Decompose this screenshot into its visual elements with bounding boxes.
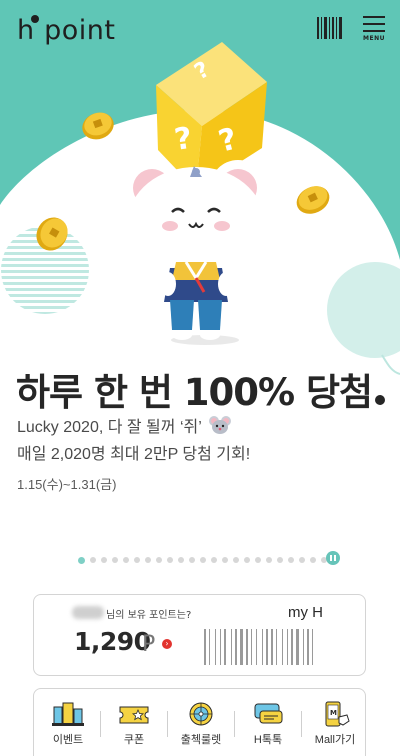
- quick-menu-coupon[interactable]: 쿠폰: [104, 701, 164, 751]
- banner-headline-text: 하루 한 번 100% 당첨: [16, 371, 373, 414]
- separator: [234, 711, 235, 737]
- coin-icon: [36, 217, 68, 251]
- barcode-bar: [256, 629, 257, 665]
- pagination-dot[interactable]: [178, 557, 184, 563]
- pagination-dot[interactable]: [189, 557, 195, 563]
- headline-dot: [375, 395, 386, 405]
- coin-icon: [296, 186, 330, 214]
- pagination-dot[interactable]: [134, 557, 140, 563]
- barcode-bar: [251, 629, 252, 665]
- svg-text:M: M: [330, 709, 337, 717]
- pagination-dot[interactable]: [244, 557, 250, 563]
- barcode-bar: [291, 629, 293, 665]
- pagination-dot[interactable]: [156, 557, 162, 563]
- logo-text: point: [44, 15, 116, 46]
- pause-icon[interactable]: [326, 551, 340, 565]
- barcode-bar: [287, 629, 288, 665]
- quick-menu: 이벤트 쿠폰 출첵룰렛 H톡톡 M Mall가기: [33, 688, 366, 756]
- menu-label: MENU: [363, 35, 385, 42]
- chat-bubbles-icon: [254, 703, 283, 724]
- lucky-mouse-illustration[interactable]: ? ? ?: [0, 40, 400, 360]
- pagination-dot[interactable]: [145, 557, 151, 563]
- quick-menu-label: 이벤트: [52, 734, 84, 746]
- points-label: 님의 보유 포인트는?: [106, 610, 192, 621]
- event-building-icon: [52, 702, 84, 726]
- pagination-dot[interactable]: [277, 557, 283, 563]
- points-value: 1,290: [74, 627, 151, 656]
- hamburger-menu-icon[interactable]: MENU: [360, 14, 388, 42]
- pagination-dot[interactable]: [211, 557, 217, 563]
- menu-bar: [363, 23, 385, 25]
- pagination-dot[interactable]: [112, 557, 118, 563]
- points-card[interactable]: 님의 보유 포인트는? 1,290 P › my H: [33, 594, 366, 676]
- barcode-bar: [246, 629, 248, 665]
- quick-menu-label: 출첵룰렛: [180, 734, 222, 746]
- points-unit: P: [142, 632, 156, 657]
- my-h-label: my H: [288, 604, 323, 621]
- pagination-dot[interactable]: [101, 557, 107, 563]
- separator: [100, 711, 101, 737]
- quick-menu-label: 쿠폰: [123, 734, 145, 746]
- barcode-bar: [220, 629, 221, 665]
- mouse-face-icon: [208, 416, 231, 434]
- quick-menu-roulette[interactable]: 출첵룰렛: [171, 701, 231, 751]
- barcode-bar: [231, 629, 232, 665]
- barcode-bar: [262, 629, 263, 665]
- barcode-bar: [276, 629, 277, 665]
- banner-subtitle-2: 매일 2,020명 최대 2만P 당첨 기회!: [17, 446, 251, 463]
- barcode-bar: [303, 629, 304, 665]
- barcode-bar: [204, 629, 206, 665]
- menu-bar: [363, 30, 385, 32]
- banner-pagination: [78, 553, 343, 567]
- coupon-ticket-icon: [119, 706, 149, 724]
- barcode-icon[interactable]: [316, 16, 344, 40]
- membership-barcode[interactable]: [202, 627, 360, 667]
- menu-bar: [363, 16, 385, 18]
- pagination-dot[interactable]: [266, 557, 272, 563]
- banner-headline: 하루 한 번 100% 당첨: [16, 362, 386, 416]
- pagination-dot[interactable]: [288, 557, 294, 563]
- barcode-bar: [282, 629, 283, 665]
- logo-dot: [31, 15, 39, 23]
- pagination-dot[interactable]: [123, 557, 129, 563]
- quick-menu-event[interactable]: 이벤트: [38, 701, 98, 751]
- pagination-dot[interactable]: [167, 557, 173, 563]
- mall-phone-icon: M: [325, 701, 350, 727]
- quick-menu-label: H톡톡: [253, 734, 283, 746]
- pagination-dot[interactable]: [78, 556, 85, 564]
- h-point-logo[interactable]: h point: [17, 12, 115, 46]
- barcode-bar: [224, 629, 226, 665]
- banner-subtitle-1-text: Lucky 2020, 다 잘 될꺼 ‘쥐’: [17, 419, 202, 436]
- barcode-bar: [240, 629, 243, 665]
- quick-menu-htalk[interactable]: H톡톡: [238, 701, 298, 751]
- separator: [167, 711, 168, 737]
- pagination-dot[interactable]: [233, 557, 239, 563]
- chevron-right-icon[interactable]: ›: [162, 639, 172, 649]
- barcode-bar: [307, 629, 309, 665]
- coin-icon: [82, 112, 114, 140]
- roulette-wheel-icon: [189, 702, 213, 726]
- pagination-dot[interactable]: [222, 557, 228, 563]
- separator: [301, 711, 302, 737]
- user-name-masked: [72, 606, 104, 619]
- pagination-dot[interactable]: [299, 557, 305, 563]
- pagination-dot[interactable]: [200, 557, 206, 563]
- barcode-bar: [296, 629, 299, 665]
- barcode-bar: [271, 629, 273, 665]
- page: h point MENU ? ? ? 하루 한 번 100% 당첨 Lucky …: [0, 0, 400, 756]
- event-period: 1.15(수)~1.31(금): [17, 477, 117, 492]
- barcode-bar: [235, 629, 237, 665]
- quick-menu-label: Mall가기: [314, 734, 356, 746]
- barcode-bar: [209, 629, 210, 665]
- pagination-dot[interactable]: [255, 557, 261, 563]
- barcode-bar: [215, 629, 216, 665]
- pagination-dot[interactable]: [90, 557, 96, 563]
- app-header: h point MENU: [0, 0, 400, 56]
- barcode-bar: [266, 629, 268, 665]
- barcode-bar: [312, 629, 313, 665]
- quick-menu-mall[interactable]: M Mall가기: [305, 701, 365, 751]
- pagination-dot[interactable]: [310, 557, 316, 563]
- banner-subtitle-1: Lucky 2020, 다 잘 될꺼 ‘쥐’: [17, 413, 232, 437]
